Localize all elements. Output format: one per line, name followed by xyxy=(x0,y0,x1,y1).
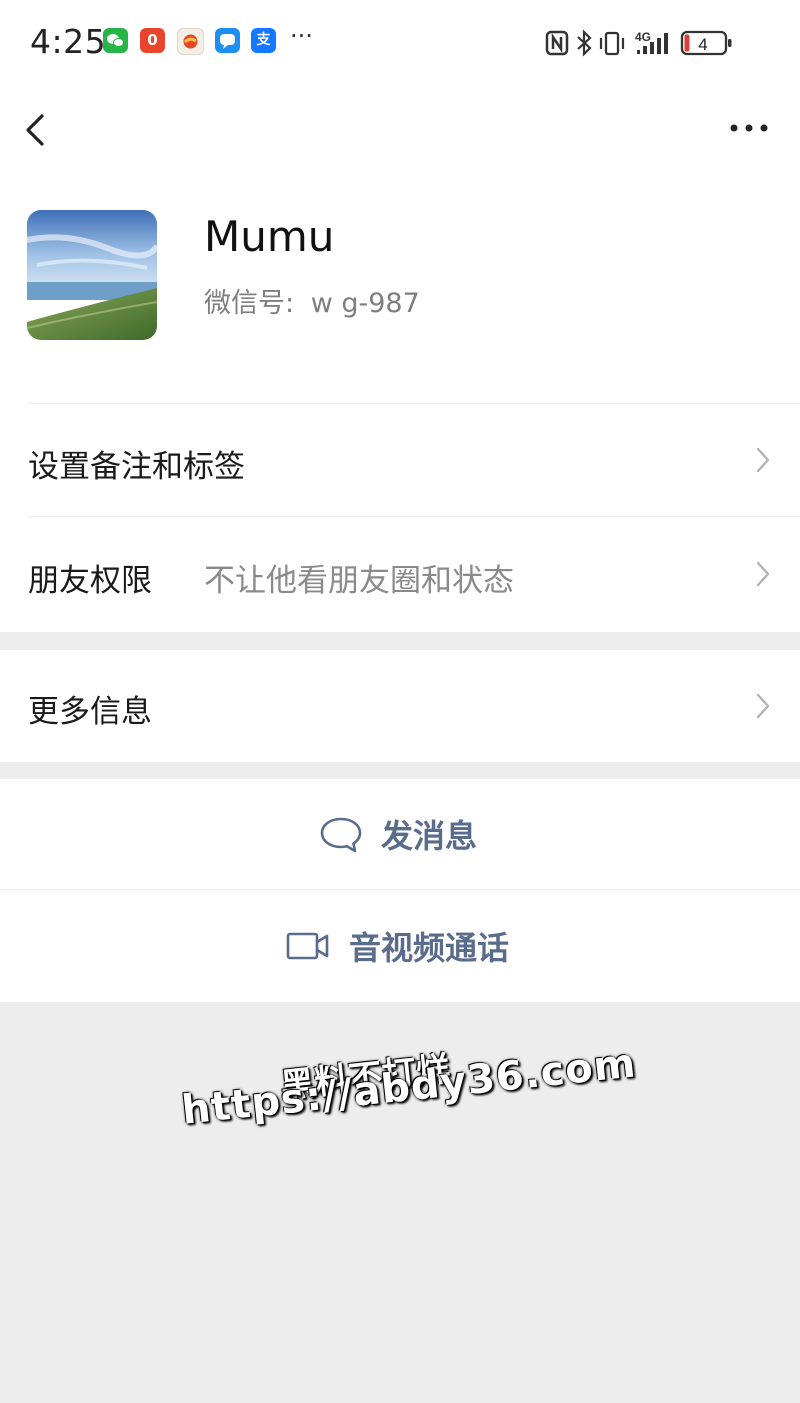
chevron-right-icon xyxy=(756,693,770,719)
more-dots-icon[interactable] xyxy=(724,112,774,142)
wechat-icon xyxy=(103,28,128,53)
video-call-button[interactable]: 音视频通话 xyxy=(0,890,800,1002)
wechat-id: 微信号: w g-987 xyxy=(204,281,420,320)
messages-icon xyxy=(215,28,240,53)
bluetooth-icon xyxy=(577,29,592,57)
contact-name: Mumu xyxy=(204,212,335,261)
battery-icon: 4 xyxy=(680,30,732,56)
more-info-row[interactable]: 更多信息 xyxy=(0,650,800,762)
wechat-id-label: 微信号: xyxy=(204,288,295,319)
send-message-button[interactable]: 发消息 xyxy=(0,779,800,889)
vibrate-icon xyxy=(599,31,625,56)
set-remark-label: 设置备注和标签 xyxy=(28,449,245,485)
more-notifications-icon: ··· xyxy=(290,22,313,50)
back-arrow-icon[interactable] xyxy=(22,110,52,150)
alipay-icon: 支 xyxy=(251,28,276,53)
set-remark-row[interactable]: 设置备注和标签 xyxy=(0,404,800,516)
nfc-icon xyxy=(545,30,569,56)
status-bar: 4:25 0 支 ··· 4G 4 xyxy=(0,0,800,86)
wechat-id-value: w g-987 xyxy=(310,288,420,319)
chat-bubble-icon xyxy=(320,817,362,853)
video-camera-icon xyxy=(286,932,329,960)
chevron-right-icon xyxy=(756,447,770,473)
avatar[interactable] xyxy=(27,210,157,340)
notification-app-icon: 0 xyxy=(140,28,165,53)
status-time: 4:25 xyxy=(30,22,107,61)
battery-level: 4 xyxy=(698,35,707,54)
friend-permission-row[interactable]: 朋友权限 不让他看朋友圈和状态 xyxy=(0,517,800,630)
network-type: 4G xyxy=(635,30,651,44)
more-info-label: 更多信息 xyxy=(28,694,152,730)
chevron-right-icon xyxy=(756,561,770,587)
video-call-label: 音视频通话 xyxy=(349,929,510,967)
friend-permission-value: 不让他看朋友圈和状态 xyxy=(204,563,514,599)
friend-permission-label: 朋友权限 xyxy=(28,563,152,599)
system-status-icons: 4G 4 xyxy=(545,29,732,57)
taobao-icon xyxy=(177,28,204,55)
send-message-label: 发消息 xyxy=(381,817,478,855)
